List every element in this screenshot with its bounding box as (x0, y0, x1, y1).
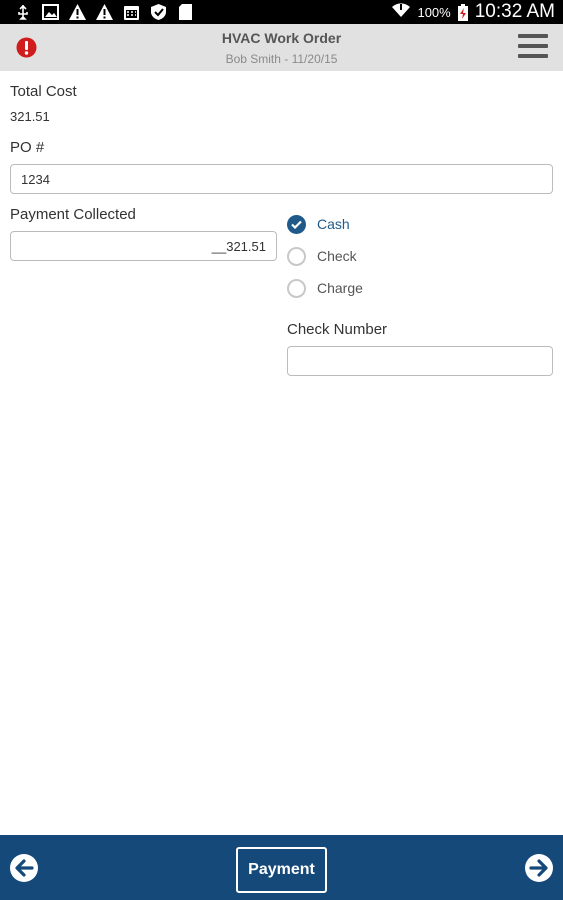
total-cost-label: Total Cost (10, 83, 77, 100)
battery-charging-icon (457, 3, 469, 21)
payment-method-label: Charge (317, 280, 363, 296)
clock: 10:32 AM (474, 1, 555, 22)
shield-icon (149, 3, 168, 21)
po-label: PO # (10, 139, 45, 156)
check-number-label: Check Number (287, 321, 388, 338)
battery-percent: 100% (417, 4, 451, 20)
payment-button[interactable]: Payment (236, 847, 327, 893)
calendar-icon (122, 3, 141, 21)
image-icon (41, 3, 60, 21)
payment-method-check[interactable]: Check (287, 245, 357, 267)
payment-method-charge[interactable]: Charge (287, 277, 363, 299)
radio-unchecked-icon[interactable] (287, 278, 306, 298)
app-header: HVAC Work Order Bob Smith - 11/20/15 (0, 24, 563, 71)
usb-icon (14, 3, 33, 21)
arrow-right-icon[interactable] (524, 853, 554, 883)
notification-icons (14, 3, 195, 21)
payment-method-label: Cash (317, 216, 350, 232)
bottom-nav-bar: Payment (0, 835, 563, 900)
po-number-input[interactable] (10, 164, 553, 194)
check-number-input[interactable] (287, 346, 553, 376)
status-right: 100% 10:32 AM (391, 0, 555, 24)
payment-collected-label: Payment Collected (10, 206, 136, 223)
status-bar: 100% 10:32 AM (0, 0, 563, 24)
warning-icon (68, 3, 87, 21)
wifi-icon (391, 1, 411, 24)
warning-icon (95, 3, 114, 21)
hamburger-menu-icon[interactable] (518, 34, 548, 62)
radio-unchecked-icon[interactable] (287, 246, 306, 266)
sd-card-icon (176, 3, 195, 21)
payment-collected-input[interactable] (10, 231, 277, 261)
total-cost-value: 321.51 (10, 109, 50, 124)
page-subtitle: Bob Smith - 11/20/15 (225, 52, 338, 66)
payment-method-cash[interactable]: Cash (287, 213, 350, 235)
arrow-left-icon[interactable] (9, 853, 39, 883)
radio-checked-icon[interactable] (287, 214, 306, 234)
payment-method-label: Check (317, 248, 357, 264)
page-title: HVAC Work Order (221, 30, 342, 46)
